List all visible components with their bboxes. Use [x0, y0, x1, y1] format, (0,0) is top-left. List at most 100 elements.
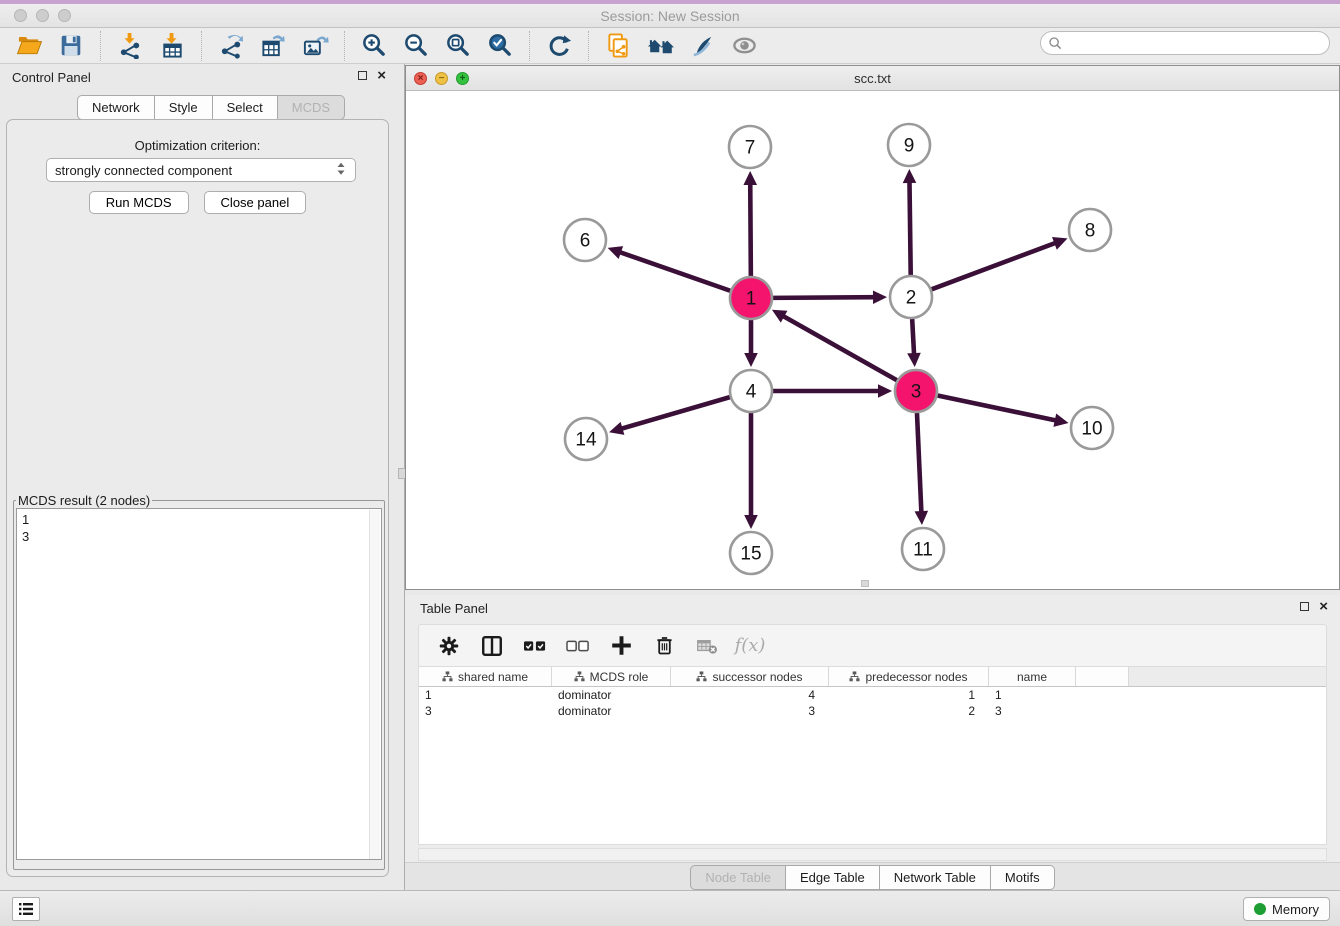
node-label-4: 4: [746, 382, 757, 403]
tab-node-table[interactable]: Node Table: [690, 865, 786, 890]
network-window-title: scc.txt: [406, 71, 1339, 86]
table-hscrollbar[interactable]: [418, 848, 1327, 861]
control-panel-close-icon[interactable]: ×: [377, 71, 386, 80]
node-label-14: 14: [575, 430, 597, 451]
edge-1-7[interactable]: [750, 183, 751, 276]
memory-button[interactable]: Memory: [1243, 897, 1330, 921]
table-cell[interactable]: 4: [671, 687, 829, 703]
table-cell[interactable]: dominator: [552, 687, 671, 703]
column-header-shared-name[interactable]: shared name: [419, 667, 552, 686]
sitemap-icon: [574, 671, 585, 682]
edge-2-8[interactable]: [932, 243, 1057, 290]
table-cell[interactable]: 3: [671, 703, 829, 719]
network-window-titlebar[interactable]: × − + scc.txt: [406, 66, 1339, 91]
control-panel: Control Panel × NetworkStyleSelectMCDS O…: [0, 64, 396, 890]
column-header-successor-nodes[interactable]: successor nodes: [671, 667, 829, 686]
task-history-button[interactable]: [12, 897, 40, 921]
arrowhead: [609, 422, 624, 435]
refresh-layout-icon[interactable]: [544, 31, 574, 61]
select-all-icon[interactable]: [522, 633, 548, 659]
column-header-predecessor-nodes[interactable]: predecessor nodes: [829, 667, 989, 686]
table-cell[interactable]: 3: [419, 703, 552, 719]
close-panel-button[interactable]: Close panel: [204, 191, 307, 214]
table-cell[interactable]: 1: [419, 687, 552, 703]
tab-style[interactable]: Style: [155, 95, 213, 120]
table-row[interactable]: 1dominator411: [419, 687, 1326, 703]
delete-table-icon[interactable]: [694, 633, 720, 659]
import-network-icon[interactable]: [115, 31, 145, 61]
edge-4-14[interactable]: [621, 397, 730, 429]
edge-2-9[interactable]: [909, 181, 910, 275]
clone-network-icon[interactable]: [603, 31, 633, 61]
node-label-10: 10: [1081, 419, 1102, 440]
tab-select[interactable]: Select: [213, 95, 278, 120]
network-view-window: × − + scc.txt 7968124314101511: [405, 65, 1340, 590]
list-icon: [17, 901, 35, 917]
export-network-icon[interactable]: [216, 31, 246, 61]
export-image-icon[interactable]: [300, 31, 330, 61]
edge-3-11[interactable]: [917, 413, 921, 513]
result-scrollbar[interactable]: [369, 510, 380, 860]
table-cell[interactable]: 3: [989, 703, 1076, 719]
zoom-selected-icon[interactable]: [485, 31, 515, 61]
style-brush-icon[interactable]: [687, 31, 717, 61]
import-table-icon[interactable]: [157, 31, 187, 61]
dropdown-value: strongly connected component: [55, 163, 232, 178]
optimization-criterion-dropdown[interactable]: strongly connected component: [46, 158, 356, 182]
memory-status-icon: [1254, 903, 1266, 915]
tab-network-table[interactable]: Network Table: [880, 865, 991, 890]
table-panel-title: Table Panel: [420, 601, 488, 616]
show-hide-eye-icon[interactable]: [729, 31, 759, 61]
column-header-name[interactable]: name: [989, 667, 1076, 686]
table-body: 1dominator4113dominator323: [419, 687, 1326, 719]
mcds-panel: Optimization criterion: strongly connect…: [6, 119, 389, 877]
tab-motifs[interactable]: Motifs: [991, 865, 1055, 890]
network-resize-handle[interactable]: [861, 580, 869, 587]
tab-network[interactable]: Network: [77, 95, 155, 120]
table-cell[interactable]: 1: [829, 687, 989, 703]
home-view-icon[interactable]: [645, 31, 675, 61]
show-column-icon[interactable]: [479, 633, 505, 659]
node-label-3: 3: [911, 382, 922, 403]
table-row[interactable]: 3dominator323: [419, 703, 1326, 719]
edge-2-3[interactable]: [912, 319, 914, 355]
dropdown-stepper-icon: [335, 161, 347, 180]
open-session-icon[interactable]: [14, 31, 44, 61]
control-panel-float-icon[interactable]: [358, 71, 367, 80]
add-column-icon[interactable]: [608, 633, 634, 659]
zoom-out-icon[interactable]: [401, 31, 431, 61]
arrowhead: [743, 171, 757, 185]
function-builder-icon: f(x): [737, 633, 763, 659]
table-cell[interactable]: dominator: [552, 703, 671, 719]
node-label-7: 7: [745, 138, 756, 159]
network-graph[interactable]: 7968124314101511: [406, 91, 1339, 589]
arrowhead: [744, 515, 758, 529]
save-session-icon[interactable]: [56, 31, 86, 61]
arrowhead: [1053, 414, 1068, 427]
edge-1-2[interactable]: [773, 297, 875, 298]
delete-column-icon[interactable]: [651, 633, 677, 659]
table-settings-gear-icon[interactable]: [436, 633, 462, 659]
edge-1-6[interactable]: [619, 252, 730, 291]
node-label-6: 6: [580, 231, 591, 252]
mcds-result-text[interactable]: 1 3: [16, 508, 382, 860]
edge-3-10[interactable]: [938, 396, 1057, 421]
tab-mcds[interactable]: MCDS: [278, 95, 345, 120]
table-cell[interactable]: 2: [829, 703, 989, 719]
run-mcds-button[interactable]: Run MCDS: [89, 191, 189, 214]
export-table-icon[interactable]: [258, 31, 288, 61]
deselect-all-icon[interactable]: [565, 633, 591, 659]
tab-edge-table[interactable]: Edge Table: [786, 865, 880, 890]
zoom-in-icon[interactable]: [359, 31, 389, 61]
table-panel-float-icon[interactable]: [1300, 602, 1309, 611]
column-header-mcds-role[interactable]: MCDS role: [552, 667, 671, 686]
mcds-result-box: MCDS result (2 nodes) 1 3: [13, 493, 385, 870]
zoom-fit-icon[interactable]: [443, 31, 473, 61]
control-panel-title: Control Panel: [12, 70, 91, 85]
edge-3-1[interactable]: [782, 316, 896, 381]
search-input[interactable]: [1063, 36, 1329, 51]
table-cell[interactable]: 1: [989, 687, 1076, 703]
table-panel-close-icon[interactable]: ×: [1319, 602, 1328, 611]
search-field[interactable]: [1040, 31, 1330, 55]
arrowhead: [903, 169, 917, 183]
